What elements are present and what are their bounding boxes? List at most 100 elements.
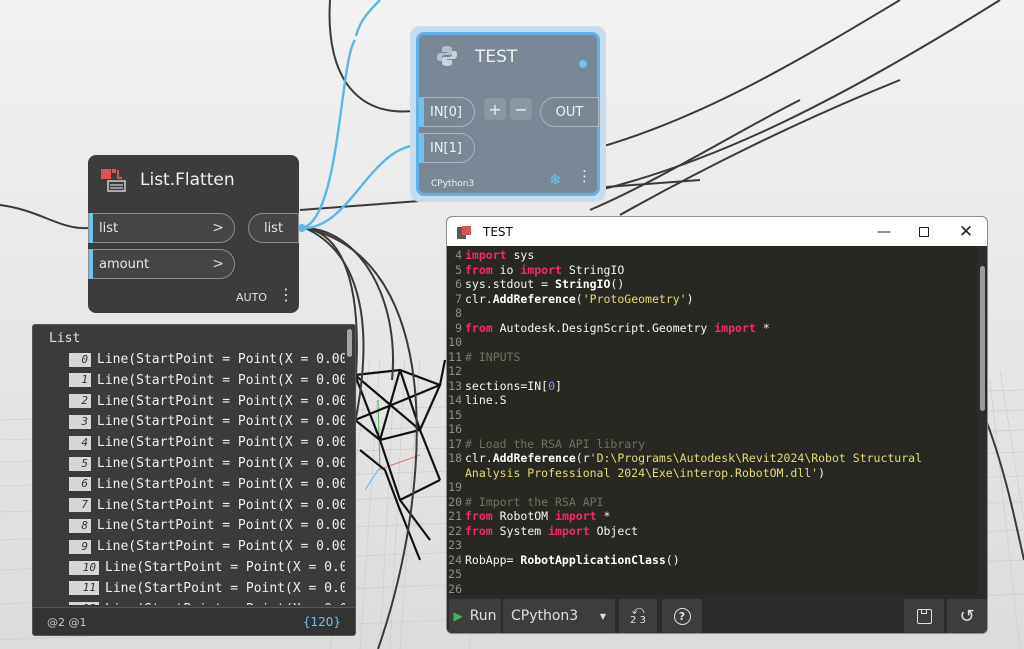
list-item[interactable]: 12Line(StartPoint = Point(X = 0.0 [69, 599, 345, 605]
code-line[interactable]: 4import sys [447, 248, 977, 263]
output-port-out[interactable]: OUT [540, 97, 599, 127]
code-token: ( [576, 292, 583, 306]
list-item[interactable]: 8 Line(StartPoint = Point(X = 0.00 [69, 515, 345, 536]
line-number: 12 [447, 364, 462, 379]
input-port-amount[interactable]: amount > [88, 249, 235, 279]
list-value: Line(StartPoint = Point(X = 0.00 [97, 435, 345, 450]
code-line[interactable]: 25 [447, 567, 977, 582]
close-button[interactable]: ✕ [943, 217, 988, 246]
play-icon: ▶ [453, 609, 462, 623]
output-port-list[interactable]: list [248, 213, 299, 243]
list-item[interactable]: 11Line(StartPoint = Point(X = 0.0 [69, 578, 345, 599]
python-editor-window[interactable]: TEST — ✕ 4import sys5from io import Stri… [446, 216, 988, 634]
code-token: RobApp= [465, 553, 520, 567]
code-line[interactable]: 21from RobotOM import * [447, 509, 977, 524]
list-item[interactable]: 6Line(StartPoint = Point(X = 0.00 [69, 474, 345, 495]
scroll-thumb[interactable] [980, 266, 985, 411]
editor-titlebar[interactable]: TEST — ✕ [447, 217, 987, 246]
code-text: clr.AddReference(r'D:\Programs\Autodesk\… [465, 451, 922, 466]
line-number: 6 [447, 277, 462, 292]
code-line[interactable]: 16 [447, 422, 977, 437]
preview-footer: @2 @1 {120} [33, 607, 355, 635]
list-value: Line(StartPoint = Point(X = 0.0 [105, 602, 345, 605]
freeze-icon[interactable]: ❄ [549, 171, 562, 189]
code-token: line.S [465, 393, 507, 407]
code-line[interactable]: 8 [447, 306, 977, 321]
code-line[interactable]: 7clr.AddReference('ProtoGeometry') [447, 292, 977, 307]
list-flatten-node[interactable]: List.Flatten list > list amount > AUTO ⋮ [88, 155, 299, 313]
code-editor[interactable]: 4import sys5from io import StringIO6sys.… [447, 246, 977, 595]
list-item[interactable]: 9Line(StartPoint = Point(X = 0.00 [69, 536, 345, 557]
data-preview-panel[interactable]: List 0Line(StartPoint = Point(X = 0.001L… [32, 324, 356, 636]
code-line[interactable]: 24RobApp= RobotApplicationClass() [447, 553, 977, 568]
input-port-in0[interactable]: IN[0] [419, 97, 475, 127]
list-item[interactable]: 2Line(StartPoint = Point(X = 0.00 [69, 391, 345, 412]
list-item[interactable]: 5Line(StartPoint = Point(X = 0.00 [69, 453, 345, 474]
list-value: Line(StartPoint = Point(X = 0.00 [97, 518, 345, 533]
list-item[interactable]: 7Line(StartPoint = Point(X = 0.00 [69, 495, 345, 516]
node-menu-icon[interactable]: ⋮ [577, 169, 592, 184]
line-number: 26 [447, 582, 462, 596]
code-token: from [465, 524, 493, 538]
list-item[interactable]: 4Line(StartPoint = Point(X = 0.00 [69, 432, 345, 453]
line-number: 25 [447, 567, 462, 582]
code-text: Analysis Professional 2024\Exe\interop.R… [465, 466, 825, 481]
lacing-label[interactable]: AUTO [236, 291, 267, 304]
code-line[interactable]: 22from System import Object [447, 524, 977, 539]
code-line[interactable]: 18clr.AddReference(r'D:\Programs\Autodes… [447, 451, 977, 466]
code-token: # Import the RSA API [465, 495, 603, 509]
code-line[interactable]: 6sys.stdout = StringIO() [447, 277, 977, 292]
input-port-list[interactable]: list > [88, 213, 235, 243]
python-script-node[interactable]: TEST IN[0] + − OUT IN[1] CPython3 ❄ ⋮ [410, 26, 606, 202]
code-line[interactable]: 15 [447, 408, 977, 423]
help-button[interactable]: ? [662, 599, 702, 633]
preview-scrollbar[interactable] [347, 329, 352, 357]
code-line[interactable]: 26 [447, 582, 977, 596]
preview-list[interactable]: List 0Line(StartPoint = Point(X = 0.001L… [33, 325, 345, 605]
node-status-dot [579, 60, 587, 68]
list-index: 1 [69, 373, 91, 387]
maximize-button[interactable] [901, 217, 947, 246]
code-line[interactable]: 23 [447, 538, 977, 553]
migration-button[interactable]: ⤺ 2 3 [619, 599, 657, 633]
code-token: clr. [465, 292, 493, 306]
save-button[interactable] [904, 599, 944, 633]
run-button[interactable]: ▶ Run [449, 599, 501, 633]
code-line[interactable]: 9from Autodesk.DesignScript.Geometry imp… [447, 321, 977, 336]
list-index: 10 [69, 561, 99, 575]
code-line[interactable]: 19 [447, 480, 977, 495]
code-token: AddReference [493, 451, 576, 465]
code-line[interactable]: 10 [447, 335, 977, 350]
line-number: 22 [447, 524, 462, 539]
list-item[interactable]: 1Line(StartPoint = Point(X = 0.00 [69, 370, 345, 391]
code-line[interactable]: 5from io import StringIO [447, 263, 977, 278]
code-line[interactable]: 20# Import the RSA API [447, 495, 977, 510]
code-line[interactable]: 17# Load the RSA API library [447, 437, 977, 452]
editor-title: TEST [483, 225, 513, 239]
line-number: 21 [447, 509, 462, 524]
list-item[interactable]: 3Line(StartPoint = Point(X = 0.00 [69, 411, 345, 432]
output-label: OUT [556, 105, 584, 120]
line-number: 18 [447, 451, 462, 466]
list-item[interactable]: 0Line(StartPoint = Point(X = 0.00 [69, 349, 345, 370]
add-input-button[interactable]: + [484, 98, 506, 120]
list-item[interactable]: 10Line(StartPoint = Point(X = 0.0 [69, 557, 345, 578]
node-menu-icon[interactable]: ⋮ [278, 287, 294, 303]
code-scrollbar[interactable] [977, 246, 988, 595]
engine-dropdown[interactable]: CPython3 ▼ [503, 599, 615, 633]
python-node-body[interactable]: TEST IN[0] + − OUT IN[1] CPython3 ❄ ⋮ [416, 32, 600, 196]
code-token: System [493, 524, 548, 538]
list-index: 8 [69, 519, 91, 533]
code-token: () [610, 277, 624, 291]
save-icon [917, 609, 932, 624]
code-line[interactable]: 14line.S [447, 393, 977, 408]
line-number: 9 [447, 321, 462, 336]
code-line[interactable]: 12 [447, 364, 977, 379]
code-line[interactable]: 13sections=IN[0] [447, 379, 977, 394]
code-line[interactable]: 11# INPUTS [447, 350, 977, 365]
input-port-in1[interactable]: IN[1] [419, 133, 475, 163]
remove-input-button[interactable]: − [510, 98, 532, 120]
revert-button[interactable]: ↺ [947, 599, 987, 633]
line-number: 7 [447, 292, 462, 307]
code-line[interactable]: Analysis Professional 2024\Exe\interop.R… [447, 466, 977, 481]
